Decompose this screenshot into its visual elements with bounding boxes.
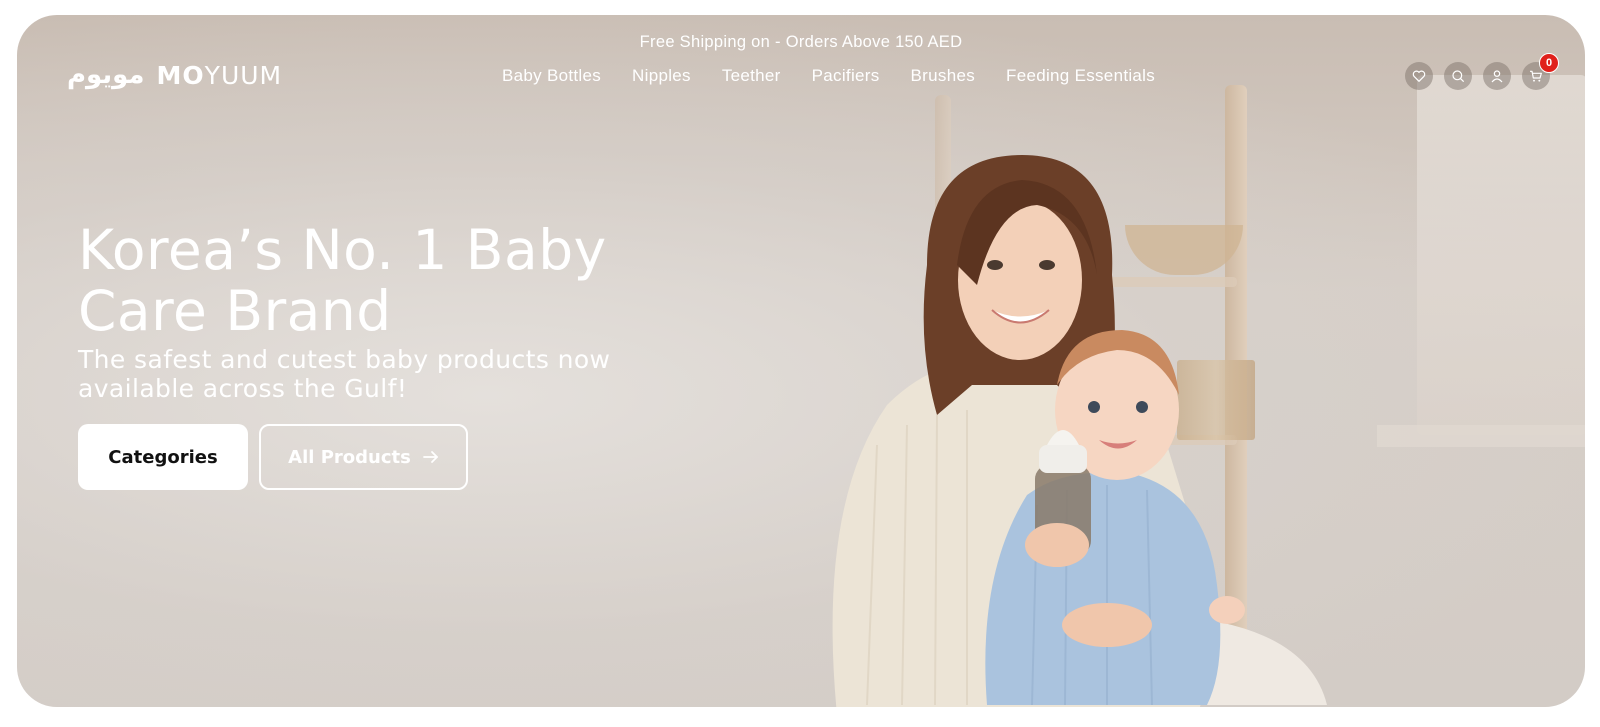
logo-arabic-text: مويوم [67, 60, 146, 90]
cart-button[interactable]: 0 [1522, 53, 1559, 90]
logo-latin-text: MOYUUM [157, 61, 283, 90]
background-window-sill [1377, 425, 1585, 447]
wishlist-button[interactable] [1405, 62, 1433, 90]
nav-item-nipples[interactable]: Nipples [632, 66, 691, 86]
nav-item-feeding-essentials[interactable]: Feeding Essentials [1006, 66, 1155, 86]
hero-headline: Korea’s No. 1 Baby Care Brand [78, 218, 607, 343]
announcement-bar: Free Shipping on - Orders Above 150 AED [639, 33, 963, 51]
mother-with-baby-image [832, 155, 1327, 707]
hero-banner: Free Shipping on - Orders Above 150 AED … [17, 15, 1585, 707]
nav-item-brushes[interactable]: Brushes [911, 66, 975, 86]
heart-icon [1412, 70, 1426, 82]
logo-latin-light: YUUM [204, 60, 283, 90]
nav-item-pacifiers[interactable]: Pacifiers [812, 66, 880, 86]
hero-subline: The safest and cutest baby products now … [78, 345, 611, 403]
nav-item-baby-bottles[interactable]: Baby Bottles [502, 66, 601, 86]
cart-count-badge: 0 [1539, 53, 1559, 73]
categories-button[interactable]: Categories [78, 424, 248, 490]
arrow-right-icon [422, 451, 438, 463]
account-button[interactable] [1483, 62, 1511, 90]
logo-latin-bold: MO [156, 60, 205, 90]
search-icon [1452, 70, 1464, 82]
brand-logo[interactable]: مويوم MOYUUM [67, 60, 282, 90]
main-nav: Baby Bottles Nipples Teether Pacifiers B… [502, 66, 1155, 86]
nav-item-teether[interactable]: Teether [722, 66, 781, 86]
user-icon [1491, 70, 1503, 83]
all-products-button[interactable]: All Products [259, 424, 468, 490]
header-icons: 0 [1405, 53, 1559, 90]
search-button[interactable] [1444, 62, 1472, 90]
background-window [1417, 75, 1585, 435]
all-products-label: All Products [288, 446, 411, 468]
